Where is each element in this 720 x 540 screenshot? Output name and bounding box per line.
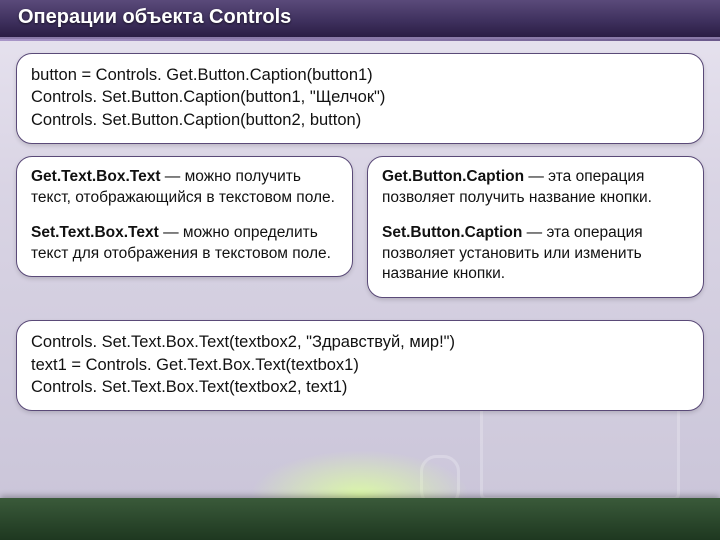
term: Set.Button.Caption bbox=[382, 224, 522, 241]
code-line: Controls. Set.Text.Box.Text(textbox2, te… bbox=[31, 376, 689, 398]
textbox-operations-box: Get.Text.Box.Text — можно получить текст… bbox=[16, 156, 353, 278]
slide-content: button = Controls. Get.Button.Caption(bu… bbox=[0, 41, 720, 421]
code-line: text1 = Controls. Get.Text.Box.Text(text… bbox=[31, 354, 689, 376]
explain-row: Get.Text.Box.Text — можно получить текст… bbox=[16, 156, 704, 299]
term: Get.Text.Box.Text bbox=[31, 168, 160, 185]
term: Get.Button.Caption bbox=[382, 168, 524, 185]
button-operations-box: Get.Button.Caption — эта операция позвол… bbox=[367, 156, 704, 299]
para: Set.Text.Box.Text — можно определить тек… bbox=[31, 223, 338, 265]
para: Get.Button.Caption — эта операция позвол… bbox=[382, 167, 689, 209]
code-line: button = Controls. Get.Button.Caption(bu… bbox=[31, 64, 689, 86]
code-box-top: button = Controls. Get.Button.Caption(bu… bbox=[16, 53, 704, 144]
code-line: Controls. Set.Text.Box.Text(textbox2, "З… bbox=[31, 331, 689, 353]
para: Get.Text.Box.Text — можно получить текст… bbox=[31, 167, 338, 209]
footer-band bbox=[0, 498, 720, 540]
term: Set.Text.Box.Text bbox=[31, 224, 159, 241]
code-line: Controls. Set.Button.Caption(button1, "Щ… bbox=[31, 86, 689, 108]
slide-title: Операции объекта Controls bbox=[18, 6, 702, 29]
code-line: Controls. Set.Button.Caption(button2, bu… bbox=[31, 109, 689, 131]
code-box-bottom: Controls. Set.Text.Box.Text(textbox2, "З… bbox=[16, 320, 704, 411]
slide-header: Операции объекта Controls bbox=[0, 0, 720, 39]
para: Set.Button.Caption — эта операция позвол… bbox=[382, 223, 689, 286]
